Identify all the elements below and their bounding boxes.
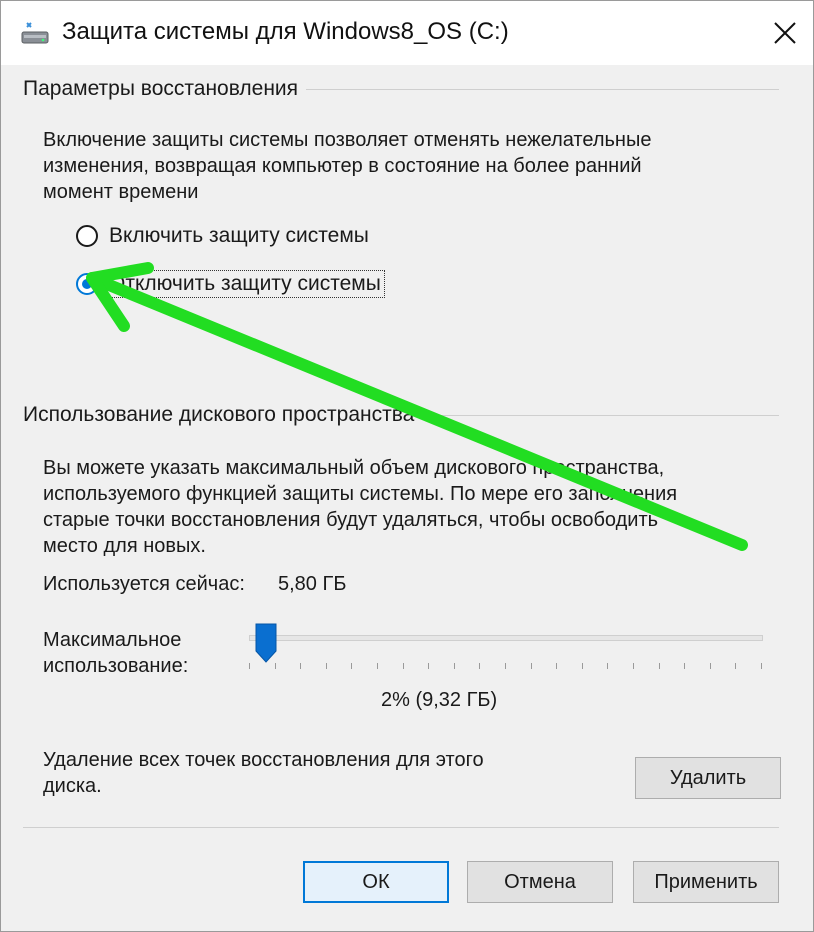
slider-tick	[505, 663, 506, 669]
slider-tick	[403, 663, 404, 669]
slider-tick	[582, 663, 583, 669]
title-bar: Защита системы для Windows8_OS (C:)	[1, 1, 813, 65]
drive-icon	[21, 20, 49, 46]
max-usage-label: Максимальное использование:	[43, 629, 189, 677]
close-button[interactable]	[757, 1, 813, 65]
slider-tick	[761, 663, 762, 669]
slider-tick	[710, 663, 711, 669]
current-usage-value: 5,80 ГБ	[278, 573, 347, 595]
ok-button[interactable]: ОК	[303, 861, 449, 903]
slider-tick	[249, 663, 250, 669]
disable-protection-option[interactable]: Отключить защиту системы	[76, 269, 385, 299]
slider-track[interactable]	[249, 635, 763, 641]
slider-tick	[300, 663, 301, 669]
delete-points-description: Удаление всех точек восстановления для э…	[43, 749, 484, 797]
cancel-button[interactable]: Отмена	[467, 861, 613, 903]
max-usage-percent: 2% (9,32 ГБ)	[381, 689, 498, 711]
slider-tick	[351, 663, 352, 669]
disk-usage-description: Вы можете указать максимальный объем дис…	[43, 457, 678, 557]
slider-tick	[326, 663, 327, 669]
system-protection-dialog: Защита системы для Windows8_OS (C:) Пара…	[0, 0, 814, 932]
slider-tick	[275, 663, 276, 669]
restore-settings-description: Включение защиты системы позволяет отмен…	[43, 129, 652, 203]
slider-tick	[531, 663, 532, 669]
disk-usage-legend: Использование дискового пространства	[23, 403, 423, 427]
disable-protection-radio[interactable]	[76, 273, 98, 295]
window-title: Защита системы для Windows8_OS (C:)	[62, 18, 509, 45]
slider-tick	[607, 663, 608, 669]
slider-tick	[633, 663, 634, 669]
slider-tick	[556, 663, 557, 669]
delete-button[interactable]: Удалить	[635, 757, 781, 799]
apply-button[interactable]: Применить	[633, 861, 779, 903]
slider-tick	[377, 663, 378, 669]
enable-protection-option[interactable]: Включить защиту системы	[76, 221, 372, 251]
slider-tick	[479, 663, 480, 669]
disable-protection-label[interactable]: Отключить защиту системы	[105, 270, 385, 298]
slider-thumb[interactable]	[255, 623, 277, 663]
restore-settings-legend: Параметры восстановления	[23, 77, 307, 101]
slider-tick	[428, 663, 429, 669]
slider-tick	[735, 663, 736, 669]
current-usage-label: Используется сейчас:	[43, 573, 245, 595]
enable-protection-label[interactable]: Включить защиту системы	[106, 223, 372, 249]
enable-protection-radio[interactable]	[76, 225, 98, 247]
slider-tick	[684, 663, 685, 669]
close-icon	[774, 22, 796, 44]
max-usage-slider[interactable]	[245, 621, 763, 669]
slider-tick	[454, 663, 455, 669]
slider-tick	[659, 663, 660, 669]
footer-divider	[23, 827, 779, 828]
